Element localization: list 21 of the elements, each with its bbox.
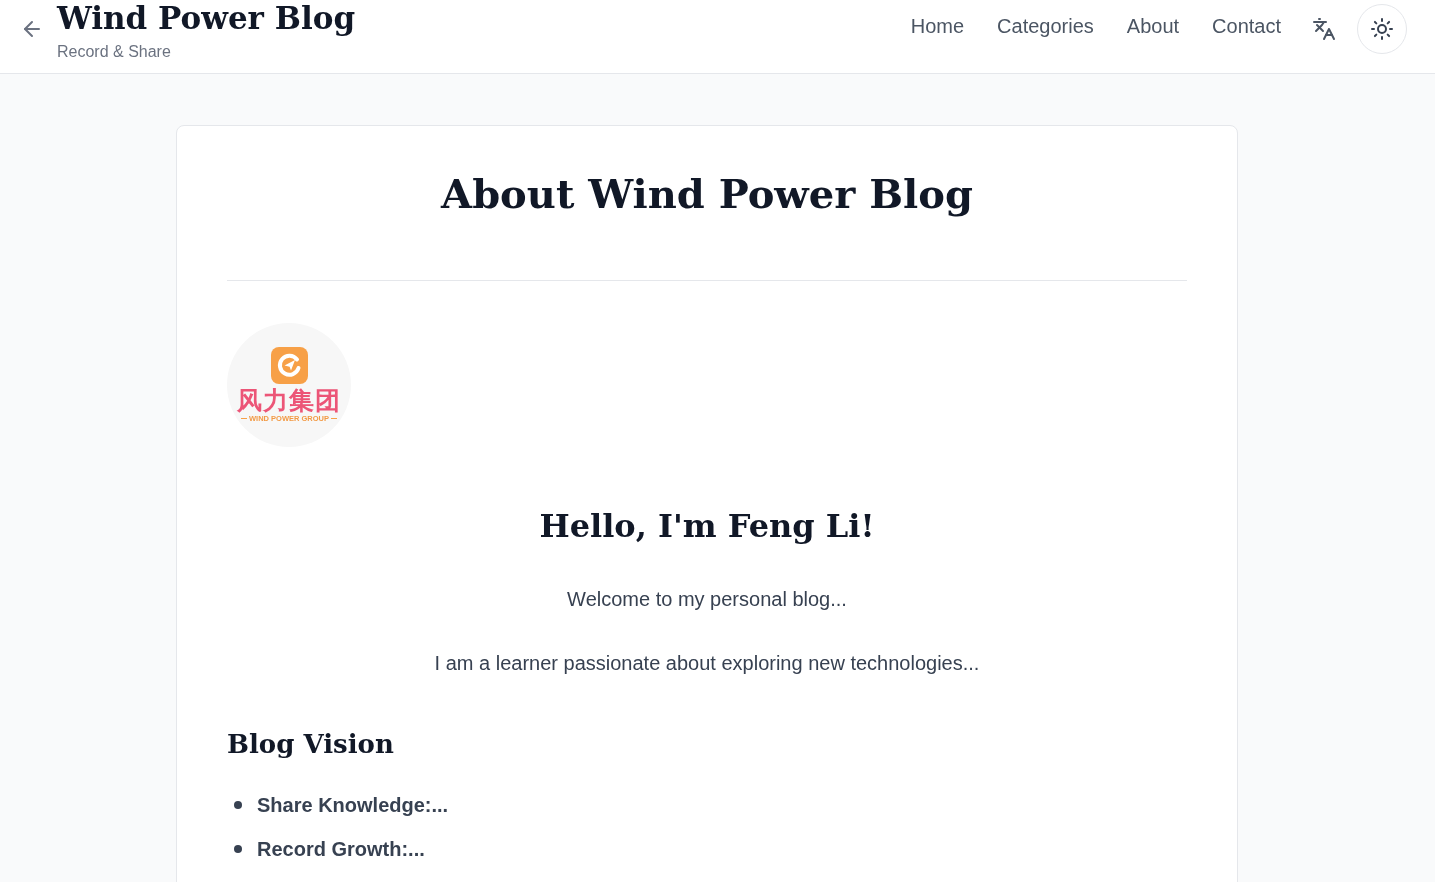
language-button[interactable] xyxy=(1311,16,1337,42)
intro-paragraph: Welcome to my personal blog... xyxy=(567,587,847,612)
bullet-icon xyxy=(234,801,242,809)
nav-link[interactable]: Home xyxy=(910,12,965,40)
sun-icon xyxy=(1370,17,1394,41)
vision-item: Record Growth:... xyxy=(257,837,425,862)
nav-link[interactable]: Contact xyxy=(1212,12,1281,40)
theme-toggle-button[interactable] xyxy=(1357,4,1407,54)
site-subtitle: Record & Share xyxy=(57,42,172,62)
nav-link[interactable]: About xyxy=(1126,12,1180,40)
logo-icon xyxy=(270,347,308,384)
nav-link[interactable]: Categories xyxy=(997,12,1094,40)
page-title: About Wind Power Blog xyxy=(439,169,974,219)
logo-name: 风力集团 xyxy=(237,387,341,413)
section-heading: Blog Vision xyxy=(227,728,395,761)
translate-icon xyxy=(1312,17,1336,41)
greeting-heading: Hello, I'm Feng Li! xyxy=(538,506,876,547)
vision-item: Share Knowledge:... xyxy=(257,793,449,818)
intro-paragraph: I am a learner passionate about exploring new technologies... xyxy=(434,651,980,676)
bullet-icon xyxy=(234,845,242,853)
site-title[interactable]: Wind Power Blog xyxy=(57,0,356,36)
